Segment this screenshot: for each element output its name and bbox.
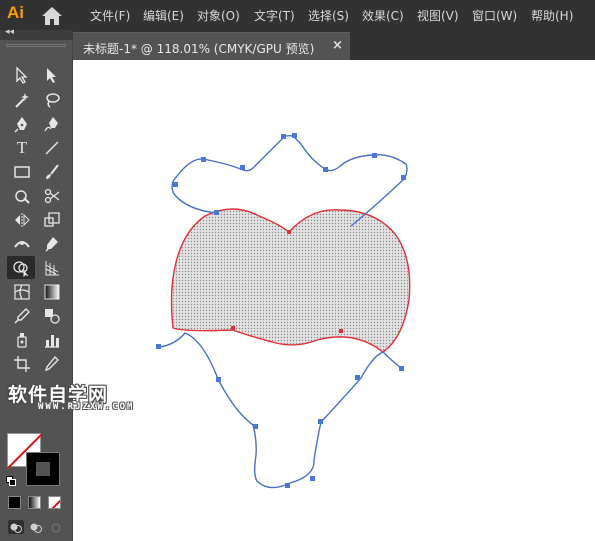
draw-inside-icon[interactable]: [48, 520, 64, 534]
anchor-point[interactable]: [399, 366, 404, 371]
width-tool-icon[interactable]: [8, 232, 36, 255]
vase-path[interactable]: [158, 332, 402, 489]
anchor-point[interactable]: [281, 134, 286, 139]
menu-type[interactable]: 文字(T): [254, 7, 295, 24]
column-graph-tool-icon[interactable]: [38, 328, 66, 351]
shape-builder-tool-icon[interactable]: [7, 256, 35, 279]
paintbrush-tool-icon[interactable]: [38, 160, 66, 183]
blend-tool-icon[interactable]: [38, 304, 66, 327]
menu-window[interactable]: 窗口(W): [472, 7, 517, 24]
artboard-tool-icon[interactable]: [8, 352, 36, 375]
puppet-warp-tool-icon[interactable]: [38, 232, 66, 255]
artboard-canvas[interactable]: [73, 60, 595, 541]
scissors-tool-icon[interactable]: [38, 184, 66, 207]
panel-grip[interactable]: [6, 44, 66, 47]
mesh-tool-icon[interactable]: [8, 280, 36, 303]
pen-tool-icon[interactable]: [8, 112, 36, 135]
anchor-point[interactable]: [401, 175, 406, 180]
gradient-tool-icon[interactable]: [38, 280, 66, 303]
default-colors-icon[interactable]: [6, 476, 16, 486]
lasso-tool-icon[interactable]: [38, 88, 66, 111]
crown-path[interactable]: [171, 134, 408, 227]
rectangle-tool-icon[interactable]: [8, 160, 36, 183]
menu-file[interactable]: 文件(F): [90, 7, 130, 24]
anchor-point[interactable]: [156, 344, 161, 349]
anchor-point[interactable]: [231, 326, 235, 330]
selection-tool-icon[interactable]: [8, 63, 36, 86]
anchor-point[interactable]: [372, 153, 377, 158]
perspective-grid-tool-icon[interactable]: [38, 256, 66, 279]
draw-behind-icon[interactable]: [28, 520, 44, 534]
menu-help[interactable]: 帮助(H): [531, 7, 573, 24]
anchor-point[interactable]: [310, 476, 315, 481]
type-tool-glyph: T: [16, 137, 28, 157]
anchor-point[interactable]: [339, 329, 343, 333]
close-icon[interactable]: ×: [332, 38, 343, 53]
anchor-point[interactable]: [355, 375, 360, 380]
slice-tool-icon[interactable]: [38, 352, 66, 375]
draw-normal-icon[interactable]: [8, 520, 24, 534]
anchor-point[interactable]: [214, 210, 219, 215]
document-tab-bar: 未标题-1* @ 118.01% (CMYK/GPU 预览) ×: [73, 30, 595, 60]
app-logo: Ai: [7, 3, 24, 22]
direct-selection-tool-icon[interactable]: [38, 63, 66, 86]
type-tool-icon[interactable]: T: [8, 136, 36, 159]
reflect-tool-icon[interactable]: [8, 208, 36, 231]
document-tab-title: 未标题-1* @ 118.01% (CMYK/GPU 预览): [83, 42, 315, 56]
anchor-point[interactable]: [173, 182, 178, 187]
anchor-point[interactable]: [292, 133, 297, 138]
anchor-point[interactable]: [285, 483, 290, 488]
anchor-point[interactable]: [201, 157, 206, 162]
tools-panel-header: ◂◂: [0, 27, 73, 40]
magic-wand-tool-icon[interactable]: [8, 88, 36, 111]
none-slash-icon: [51, 499, 60, 508]
color-mode-button[interactable]: [8, 496, 21, 509]
shaper-tool-icon[interactable]: [8, 184, 36, 207]
symbol-sprayer-tool-icon[interactable]: [8, 328, 36, 351]
none-mode-button[interactable]: [48, 496, 61, 509]
stroke-swatch[interactable]: [26, 452, 60, 486]
menu-edit[interactable]: 编辑(E): [143, 7, 184, 24]
menu-effect[interactable]: 效果(C): [362, 7, 404, 24]
collapse-icon[interactable]: ◂◂: [5, 27, 14, 37]
anchor-point[interactable]: [253, 424, 258, 429]
anchor-point[interactable]: [287, 230, 291, 234]
stroke-swatch-inner: [35, 461, 51, 477]
anchor-point[interactable]: [318, 419, 323, 424]
eyedropper-tool-icon[interactable]: [8, 304, 36, 327]
menu-select[interactable]: 选择(S): [308, 7, 349, 24]
gradient-mode-button[interactable]: [28, 496, 41, 509]
line-segment-tool-icon[interactable]: [38, 136, 66, 159]
menu-view[interactable]: 视图(V): [417, 7, 459, 24]
curvature-tool-icon[interactable]: [38, 112, 66, 135]
menu-object[interactable]: 对象(O): [197, 7, 240, 24]
menu-bar: Ai 文件(F) 编辑(E) 对象(O) 文字(T) 选择(S) 效果(C) 视…: [0, 0, 595, 30]
anchor-point[interactable]: [216, 377, 221, 382]
tools-panel: ◂◂ T: [0, 27, 73, 541]
document-tab[interactable]: 未标题-1* @ 118.01% (CMYK/GPU 预览) ×: [73, 32, 350, 60]
anchor-point[interactable]: [323, 167, 328, 172]
scale-tool-icon[interactable]: [38, 208, 66, 231]
artwork[interactable]: [73, 60, 595, 541]
home-icon[interactable]: [41, 6, 63, 26]
anchor-point[interactable]: [240, 165, 245, 170]
